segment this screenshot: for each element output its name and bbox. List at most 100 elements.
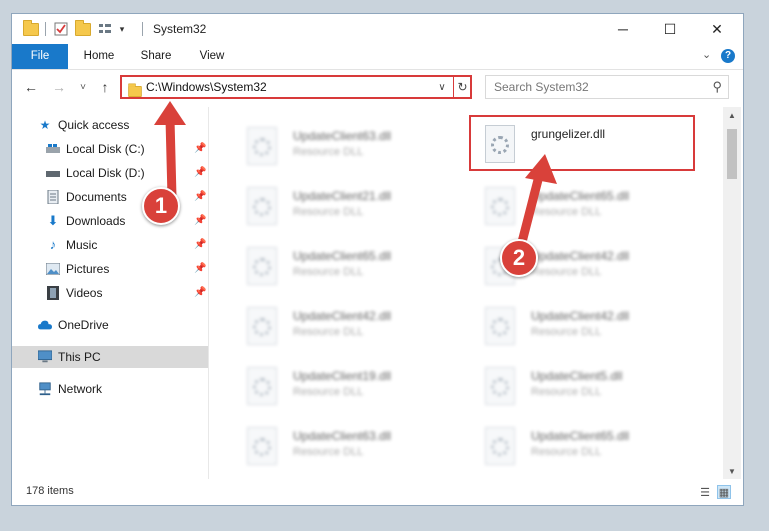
callout-badge-1: 1 bbox=[142, 187, 180, 225]
sidebar-item-music[interactable]: ♪ Music 📌 bbox=[12, 234, 208, 256]
navigation-bar: ← → ˅ ↑ C:\Windows\System32 ∨ ↻ Search S… bbox=[12, 71, 743, 103]
sidebar-item-downloads[interactable]: ⬇ Downloads 📌 bbox=[12, 210, 208, 232]
cloud-icon bbox=[38, 318, 52, 332]
details-view-icon[interactable]: ☰ bbox=[698, 485, 712, 499]
vertical-scrollbar[interactable]: ▲ ▼ bbox=[723, 107, 741, 479]
computer-icon bbox=[38, 350, 52, 364]
new-folder-icon[interactable] bbox=[74, 19, 92, 38]
dll-file-icon bbox=[485, 307, 515, 345]
file-name: UpdateClient65.dll bbox=[293, 249, 392, 263]
refresh-button[interactable]: ↻ bbox=[455, 78, 470, 96]
tab-view[interactable]: View bbox=[188, 44, 236, 69]
tab-file[interactable]: File bbox=[12, 44, 68, 69]
sidebar-item-videos[interactable]: Videos 📌 bbox=[12, 282, 208, 304]
address-dropdown-button[interactable]: ∨ bbox=[434, 79, 450, 95]
file-type: Resource DLL bbox=[531, 266, 602, 278]
pin-icon[interactable]: 📌 bbox=[194, 258, 206, 280]
download-icon: ⬇ bbox=[47, 213, 59, 228]
dll-file-icon bbox=[247, 187, 277, 225]
file-type: Resource DLL bbox=[293, 446, 364, 458]
pictures-icon bbox=[46, 262, 60, 276]
view-options-icon[interactable] bbox=[96, 20, 114, 38]
search-icon[interactable]: ⚲ bbox=[712, 79, 722, 95]
list-item[interactable]: UpdateClient19.dll Resource DLL bbox=[233, 361, 453, 409]
file-type: Resource DLL bbox=[293, 146, 364, 158]
sidebar-item-network[interactable]: Network bbox=[12, 378, 208, 400]
sidebar-item-label: Network bbox=[58, 382, 103, 396]
close-button[interactable]: ✕ bbox=[694, 14, 740, 44]
file-name: UpdateClient42.dll bbox=[531, 309, 630, 323]
title-bar: ▾ System32 ─ ☐ ✕ bbox=[12, 14, 743, 44]
file-type: Resource DLL bbox=[293, 326, 364, 338]
drive-icon bbox=[46, 142, 60, 156]
list-item[interactable]: UpdateClient5.dll Resource DLL bbox=[471, 361, 691, 409]
list-item[interactable]: UpdateClient65.dll Resource DLL bbox=[233, 241, 453, 289]
ribbon: File Home Share View ⌄ ? bbox=[12, 44, 743, 70]
tiles-view-icon[interactable]: ▦ bbox=[717, 485, 731, 499]
tab-share[interactable]: Share bbox=[132, 44, 180, 69]
sidebar-item-onedrive[interactable]: OneDrive bbox=[12, 314, 208, 336]
list-item[interactable]: UpdateClient42.dll Resource DLL bbox=[471, 301, 691, 349]
dll-file-icon bbox=[485, 427, 515, 465]
video-icon bbox=[46, 286, 60, 300]
properties-icon[interactable] bbox=[52, 20, 70, 38]
dll-file-icon bbox=[247, 367, 277, 405]
file-name: UpdateClient65.dll bbox=[531, 429, 630, 443]
dll-file-icon bbox=[247, 247, 277, 285]
pin-icon[interactable]: 📌 bbox=[194, 234, 206, 256]
help-icon[interactable]: ? bbox=[721, 49, 735, 63]
file-name: UpdateClient19.dll bbox=[293, 369, 392, 383]
search-input[interactable]: Search System32 bbox=[494, 80, 589, 94]
network-icon bbox=[38, 382, 52, 396]
tab-home[interactable]: Home bbox=[74, 44, 124, 69]
sidebar-item-this-pc[interactable]: This PC bbox=[12, 346, 208, 368]
file-type: Resource DLL bbox=[293, 206, 364, 218]
documents-icon bbox=[46, 190, 60, 204]
file-type: Resource DLL bbox=[293, 266, 364, 278]
list-item[interactable]: UpdateClient65.dll Resource DLL bbox=[471, 181, 691, 229]
minimize-button[interactable]: ─ bbox=[600, 14, 646, 44]
scroll-up-button[interactable]: ▲ bbox=[723, 107, 741, 123]
title-separator bbox=[142, 22, 143, 36]
file-type: Resource DLL bbox=[531, 386, 602, 398]
recent-locations-button[interactable]: ˅ bbox=[74, 78, 92, 96]
window-title: System32 bbox=[153, 22, 207, 36]
scroll-thumb[interactable] bbox=[727, 129, 737, 179]
list-item[interactable]: UpdateClient21.dll Resource DLL bbox=[233, 181, 453, 229]
sidebar-item-pictures[interactable]: Pictures 📌 bbox=[12, 258, 208, 280]
pin-icon[interactable]: 📌 bbox=[194, 282, 206, 304]
sidebar-item-label: Downloads bbox=[66, 214, 126, 228]
folder-icon[interactable] bbox=[22, 19, 40, 38]
item-count: 178 items bbox=[26, 485, 74, 497]
file-name: UpdateClient63.dll bbox=[293, 129, 392, 143]
forward-button[interactable]: → bbox=[50, 78, 68, 96]
maximize-button[interactable]: ☐ bbox=[647, 14, 693, 44]
sidebar-item-label: Videos bbox=[66, 286, 103, 300]
dll-file-icon bbox=[247, 427, 277, 465]
chevron-down-icon[interactable]: ⌄ bbox=[702, 48, 711, 61]
up-button[interactable]: ↑ bbox=[96, 78, 114, 96]
sidebar-item-label: OneDrive bbox=[58, 318, 109, 332]
dll-file-icon bbox=[247, 307, 277, 345]
file-explorer-window: ▾ System32 ─ ☐ ✕ File Home Share View ⌄ … bbox=[11, 13, 744, 506]
file-type: Resource DLL bbox=[531, 326, 602, 338]
address-path: C:\Windows\System32 bbox=[146, 80, 267, 94]
address-separator bbox=[453, 77, 454, 97]
search-box[interactable]: Search System32 ⚲ bbox=[485, 75, 729, 99]
scroll-down-button[interactable]: ▼ bbox=[723, 463, 741, 479]
sidebar-item-label: Documents bbox=[66, 190, 127, 204]
dll-file-icon bbox=[247, 127, 277, 165]
list-item[interactable]: UpdateClient63.dll Resource DLL bbox=[233, 421, 453, 469]
file-name: UpdateClient63.dll bbox=[293, 429, 392, 443]
list-item[interactable]: UpdateClient63.dll Resource DLL bbox=[233, 121, 453, 169]
file-type: Resource DLL bbox=[531, 446, 602, 458]
drive-icon bbox=[46, 166, 60, 180]
list-item[interactable]: UpdateClient42.dll Resource DLL bbox=[233, 301, 453, 349]
pin-icon[interactable]: 📌 bbox=[194, 210, 206, 232]
sidebar-item-label: This PC bbox=[58, 350, 101, 364]
back-button[interactable]: ← bbox=[22, 78, 40, 96]
highlight-box bbox=[469, 115, 695, 171]
list-item[interactable]: UpdateClient65.dll Resource DLL bbox=[471, 421, 691, 469]
customize-toolbar-icon[interactable]: ▾ bbox=[116, 20, 128, 38]
file-type: Resource DLL bbox=[293, 386, 364, 398]
